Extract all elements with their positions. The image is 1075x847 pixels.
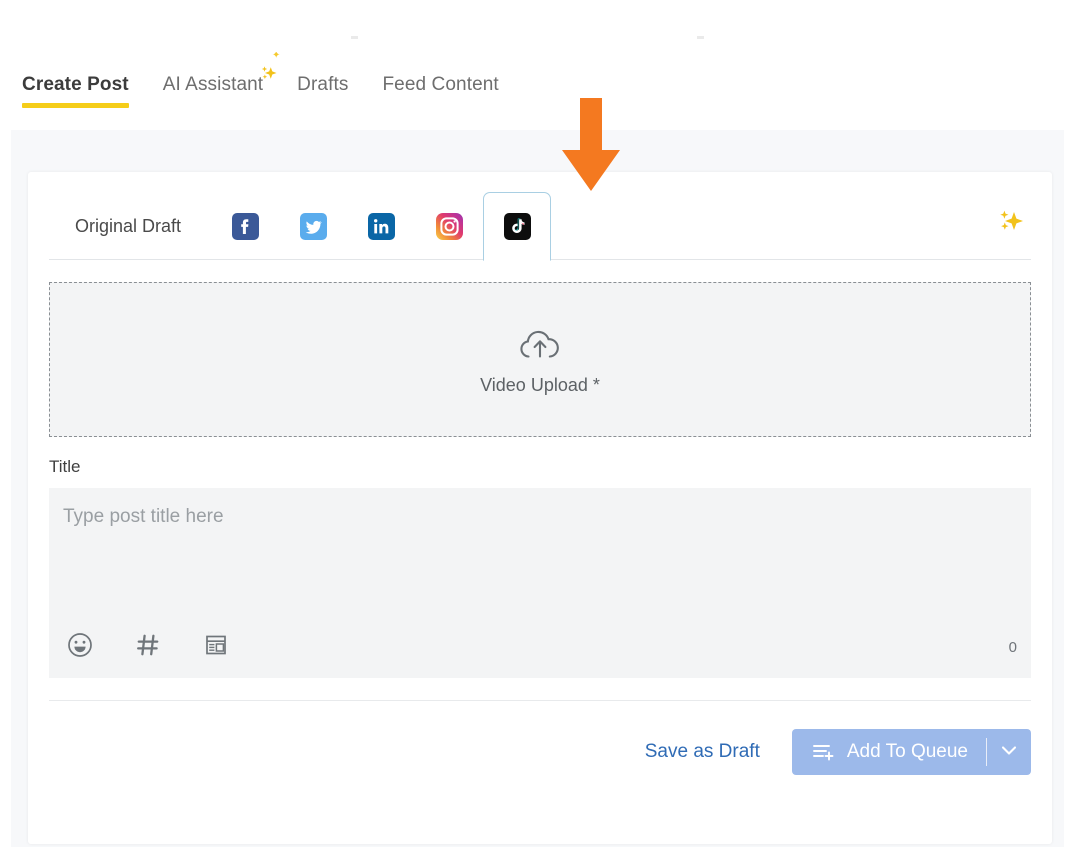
- cloud-upload-icon: [514, 324, 566, 364]
- title-input-container[interactable]: Type post title here: [49, 488, 1031, 678]
- original-draft-tab[interactable]: Original Draft: [75, 216, 181, 237]
- template-button[interactable]: [199, 630, 233, 664]
- save-as-draft-button[interactable]: Save as Draft: [645, 741, 760, 763]
- add-to-queue-button-group: Add To Queue: [792, 729, 1031, 775]
- tab-ai-assistant[interactable]: AI Assistant: [163, 58, 263, 96]
- video-upload-label: Video Upload *: [480, 375, 600, 396]
- footer-divider: [49, 700, 1031, 701]
- hashtag-button[interactable]: [131, 630, 165, 664]
- chevron-down-icon: [998, 739, 1020, 766]
- active-tab-underline: [22, 103, 129, 108]
- channel-tab-tiktok[interactable]: [483, 192, 551, 261]
- tab-create-post-label: Create Post: [22, 74, 129, 95]
- character-counter: 0: [1009, 639, 1017, 656]
- tab-drafts[interactable]: Drafts: [297, 58, 348, 96]
- add-to-queue-icon: [812, 742, 836, 762]
- facebook-icon: [232, 213, 259, 240]
- linkedin-icon: [368, 213, 395, 240]
- channel-tab-strip: Original Draft: [49, 192, 1031, 260]
- tab-ai-assistant-label: AI Assistant: [163, 74, 263, 95]
- title-editor-toolbar: 0: [49, 616, 1031, 678]
- title-field-group: Title Type post title here: [49, 457, 1031, 678]
- channel-tab-twitter[interactable]: [279, 192, 347, 260]
- channel-tab-linkedin[interactable]: [347, 192, 415, 260]
- save-as-draft-label: Save as Draft: [645, 741, 760, 762]
- add-to-queue-label: Add To Queue: [847, 741, 968, 763]
- emoji-icon: [66, 631, 94, 664]
- primary-nav: Create Post AI Assistant Drafts Feed Con…: [0, 58, 1075, 130]
- tab-drafts-label: Drafts: [297, 74, 348, 95]
- ai-generate-icon[interactable]: [993, 206, 1027, 240]
- emoji-picker-button[interactable]: [63, 630, 97, 664]
- tiktok-icon: [504, 213, 531, 240]
- cutoff-artifact: [697, 36, 704, 39]
- template-icon: [202, 631, 230, 664]
- queue-options-dropdown[interactable]: [987, 729, 1031, 775]
- video-upload-dropzone[interactable]: Video Upload *: [49, 282, 1031, 437]
- cutoff-artifact: [351, 36, 358, 39]
- channel-tab-facebook[interactable]: [211, 192, 279, 260]
- add-to-queue-button[interactable]: Add To Queue: [792, 729, 986, 775]
- channel-tab-instagram[interactable]: [415, 192, 483, 260]
- title-input-placeholder[interactable]: Type post title here: [63, 506, 224, 528]
- hashtag-icon: [134, 631, 162, 664]
- tab-feed-content-label: Feed Content: [382, 74, 498, 95]
- instagram-icon: [436, 213, 463, 240]
- original-draft-label: Original Draft: [75, 216, 181, 236]
- title-label: Title: [49, 457, 1031, 477]
- composer-card: Original Draft: [28, 172, 1052, 844]
- app-screen: ✦ Create Post AI Assistant Drafts: [0, 0, 1075, 847]
- twitter-icon: [300, 213, 327, 240]
- composer-footer: Save as Draft Add To Queue: [49, 729, 1031, 775]
- ai-sparkle-icon: [257, 64, 279, 86]
- tab-feed-content[interactable]: Feed Content: [382, 58, 498, 96]
- tab-create-post[interactable]: Create Post: [22, 58, 129, 96]
